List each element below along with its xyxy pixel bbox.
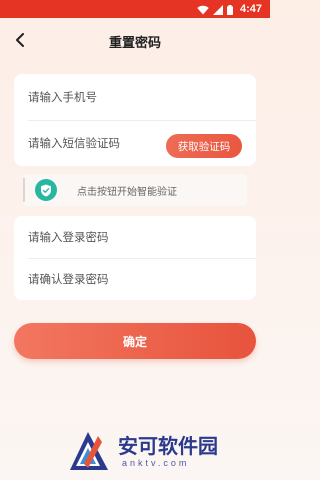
phone-field[interactable]: 请输入手机号 (28, 74, 256, 120)
phone-placeholder: 请输入手机号 (28, 90, 97, 104)
sms-code-placeholder: 请输入短信验证码 (28, 136, 120, 150)
password-placeholder: 请输入登录密码 (28, 230, 109, 244)
chevron-left-icon (15, 32, 25, 51)
verify-text: 点击按钮开始智能验证 (77, 187, 177, 198)
logo-icon (68, 430, 110, 476)
watermark-subtitle: anktv.com (122, 458, 190, 468)
nav-bar: 重置密码 (0, 18, 270, 64)
get-code-button[interactable]: 获取验证码 (166, 134, 242, 158)
status-time: 4:47 (239, 3, 262, 15)
signal-icon (212, 0, 223, 19)
password-card: 请输入登录密码 请确认登录密码 (14, 216, 256, 300)
confirm-password-field[interactable]: 请确认登录密码 (28, 258, 256, 300)
password-field[interactable]: 请输入登录密码 (28, 216, 256, 258)
status-bar: 4:47 (0, 0, 270, 18)
shield-icon (35, 179, 57, 201)
confirm-button[interactable]: 确定 (14, 323, 256, 359)
back-button[interactable] (8, 29, 32, 53)
verify-divider (23, 178, 25, 202)
confirm-password-placeholder: 请确认登录密码 (28, 272, 109, 286)
battery-icon (226, 0, 233, 19)
page-title: 重置密码 (108, 35, 161, 51)
watermark-title: 安可软件园 (118, 434, 218, 458)
smart-verify-button[interactable]: 点击按钮开始智能验证 (23, 174, 247, 206)
watermark-logo: 安可软件园 anktv.com (68, 428, 258, 474)
wifi-icon (197, 0, 209, 19)
